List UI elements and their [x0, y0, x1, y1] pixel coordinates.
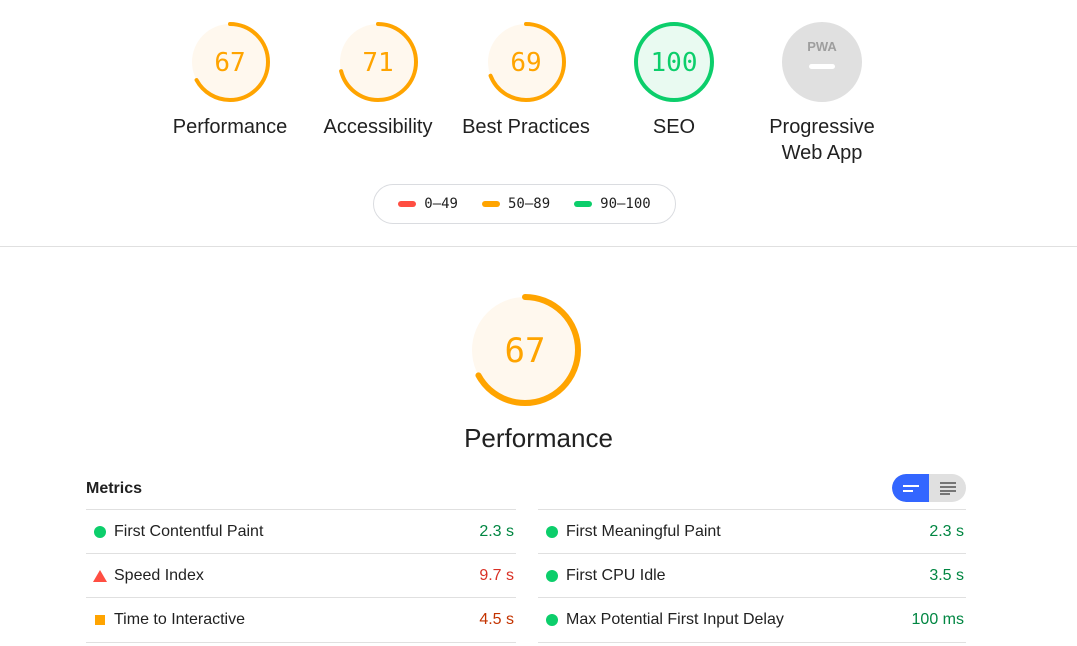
gauge-seo[interactable]: 100 SEO	[604, 20, 744, 140]
metric-row: First Contentful Paint 2.3 s	[86, 509, 516, 553]
green-circle-icon	[94, 525, 106, 538]
gauge-label-line1: Progressive	[769, 116, 875, 138]
expanded-view-button[interactable]	[929, 474, 966, 502]
metric-name: Speed Index	[114, 566, 204, 584]
metrics-column-right: First Meaningful Paint 2.3 s First CPU I…	[538, 509, 966, 643]
pwa-badge: PWA	[782, 22, 862, 102]
orange-swatch-icon	[481, 201, 500, 207]
legend-range: 0–49	[424, 196, 458, 212]
green-circle-icon	[546, 525, 558, 538]
gauge-pwa[interactable]: PWA Progressive Web App	[752, 20, 892, 166]
legend-range: 90–100	[600, 196, 651, 212]
best-practices-gauge-ring: 69	[486, 22, 566, 102]
metric-row: Speed Index 9.7 s	[86, 553, 516, 597]
pwa-logo: PWA	[807, 39, 837, 54]
metric-value: 9.7 s	[479, 566, 514, 584]
metric-row: Time to Interactive 4.5 s	[86, 597, 516, 643]
pwa-dash-icon	[809, 64, 835, 69]
gauge-score: 67	[214, 48, 245, 78]
gauge-score: 71	[362, 48, 393, 78]
performance-big-gauge-ring: 67	[469, 294, 581, 406]
metric-name: First CPU Idle	[566, 566, 666, 584]
gauge-best-practices[interactable]: 69 Best Practices	[456, 20, 596, 140]
metric-row: First CPU Idle 3.5 s	[538, 553, 966, 597]
gauge-label: Progressive Web App	[752, 114, 892, 166]
gauge-label: Best Practices	[462, 116, 590, 138]
legend-item-fail: 0–49	[398, 196, 458, 212]
compact-list-icon	[902, 485, 919, 492]
gauge-score: 100	[651, 48, 698, 78]
red-triangle-icon	[93, 569, 107, 582]
metric-value: 100 ms	[911, 611, 964, 628]
metric-name: Time to Interactive	[114, 611, 246, 628]
metric-value: 2.3 s	[929, 522, 964, 540]
gauge-accessibility[interactable]: 71 Accessibility	[308, 20, 448, 140]
legend-item-pass: 90–100	[574, 196, 651, 212]
metric-value: 4.5 s	[479, 611, 514, 628]
category-gauges: 67 Performance 71 Accessibility 69 Best …	[0, 20, 1077, 170]
score-legend: 0–49 50–89 90–100	[373, 184, 676, 224]
metric-value: 3.5 s	[929, 566, 964, 584]
gauge-label: SEO	[652, 116, 696, 138]
gauge-label: Accessibility	[323, 116, 433, 138]
performance-section-gauge: 67	[455, 292, 595, 408]
compact-view-button[interactable]	[892, 474, 929, 502]
gauge-score: 69	[510, 48, 541, 78]
accessibility-gauge-ring: 71	[338, 22, 418, 102]
metrics-header: Metrics	[86, 480, 143, 497]
metric-row: First Meaningful Paint 2.3 s	[538, 509, 966, 553]
gauge-performance[interactable]: 67 Performance	[160, 20, 300, 140]
metric-value: 2.3 s	[479, 522, 514, 540]
section-divider	[0, 246, 1077, 247]
legend-item-average: 50–89	[481, 196, 551, 212]
orange-square-icon	[95, 615, 105, 625]
green-circle-icon	[546, 569, 558, 582]
metric-name: First Contentful Paint	[114, 522, 264, 540]
metric-name: First Meaningful Paint	[566, 522, 721, 540]
seo-gauge-ring: 100	[634, 22, 714, 102]
green-swatch-icon	[574, 201, 593, 207]
expanded-list-icon	[939, 482, 956, 495]
metrics-column-left: First Contentful Paint 2.3 s Speed Index…	[86, 509, 516, 643]
metrics-view-toggle[interactable]	[892, 474, 966, 502]
gauge-score: 67	[505, 331, 546, 371]
metric-row: Max Potential First Input Delay 100 ms	[538, 597, 966, 643]
red-swatch-icon	[398, 201, 417, 207]
section-title: Performance	[464, 423, 613, 453]
gauge-label-line2: Web App	[781, 142, 863, 164]
performance-gauge-ring: 67	[190, 22, 270, 102]
green-circle-icon	[546, 614, 558, 626]
gauge-label: Performance	[172, 116, 288, 138]
metric-name: Max Potential First Input Delay	[566, 611, 784, 628]
pwa-background	[782, 22, 862, 102]
legend-range: 50–89	[507, 196, 551, 212]
